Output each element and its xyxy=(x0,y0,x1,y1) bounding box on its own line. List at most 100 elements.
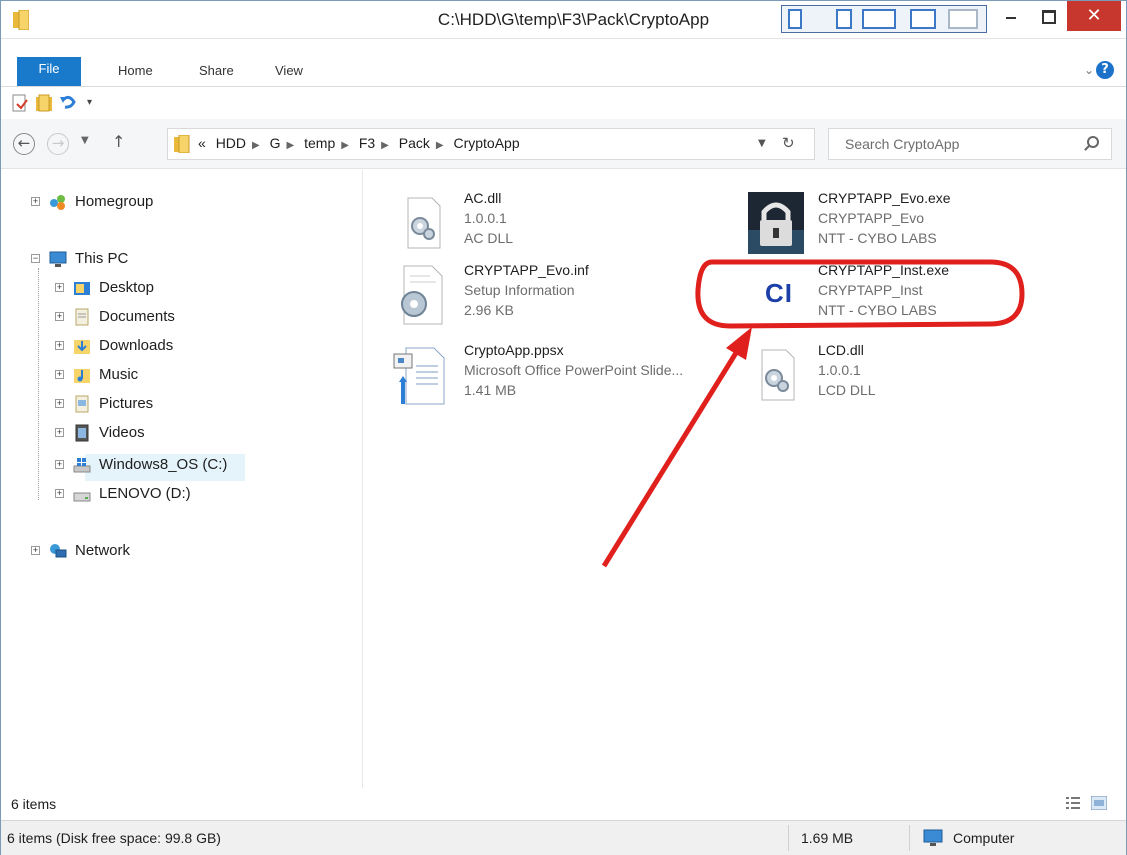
file-name: CryptoApp.ppsx xyxy=(464,342,564,358)
expand-icon[interactable]: + xyxy=(55,283,64,292)
tree-label: Music xyxy=(99,366,139,383)
close-button[interactable]: ✕ xyxy=(1067,1,1121,31)
expand-icon[interactable]: + xyxy=(55,370,64,379)
downloads-folder-icon xyxy=(74,340,90,354)
music-folder-icon xyxy=(74,369,90,383)
file-item-cryptoapp-ppsx[interactable]: CryptoApp.ppsx Microsoft Office PowerPoi… xyxy=(386,340,736,410)
minimize-button[interactable] xyxy=(995,1,1029,31)
quick-access-toolbar: ▾ xyxy=(1,87,1126,119)
file-item-lcd-dll[interactable]: LCD.dll 1.0.0.1 LCD DLL xyxy=(740,340,1090,410)
desktop-folder-icon xyxy=(74,282,90,295)
expand-icon[interactable]: + xyxy=(55,399,64,408)
file-name: LCD.dll xyxy=(818,342,864,358)
up-button[interactable]: ↑ xyxy=(112,132,125,151)
expand-icon[interactable]: + xyxy=(55,312,64,321)
powerpoint-show-icon xyxy=(393,347,445,405)
search-input[interactable]: Search CryptoApp xyxy=(845,136,959,152)
file-view: AC.dll 1.0.0.1 AC DLL CRYPTAPP_Evo.exe C… xyxy=(364,170,1126,788)
explorer-window: C:\HDD\G\temp\F3\Pack\CryptoApp ✕ File H… xyxy=(0,0,1127,855)
file-name: CRYPTAPP_Evo.exe xyxy=(818,190,951,206)
breadcrumb-separator-icon[interactable]: ▶ xyxy=(252,140,260,151)
new-folder-icon[interactable] xyxy=(35,94,53,112)
address-dropdown-icon[interactable]: ▼ xyxy=(758,138,766,149)
tab-view[interactable]: View xyxy=(275,57,303,87)
snap-corner-button[interactable] xyxy=(948,9,978,29)
file-detail: CRYPTAPP_Inst xyxy=(818,282,923,298)
computer-icon xyxy=(49,251,67,267)
breadcrumb-separator-icon[interactable]: ▶ xyxy=(436,140,444,151)
recent-locations-icon[interactable]: ▼ xyxy=(81,135,89,146)
maximize-button[interactable] xyxy=(1031,1,1065,31)
file-name: AC.dll xyxy=(464,190,502,206)
breadcrumb-item[interactable]: F3 xyxy=(359,135,375,151)
snap-grid-button[interactable] xyxy=(862,9,896,29)
status-row: 6 items xyxy=(1,788,1126,820)
refresh-icon[interactable]: ↻ xyxy=(782,134,795,152)
expand-ribbon-icon[interactable]: ⌄ xyxy=(1084,63,1094,77)
file-detail: Microsoft Office PowerPoint Slide... xyxy=(464,362,684,378)
tab-share[interactable]: Share xyxy=(199,57,234,87)
breadcrumb-item[interactable]: CryptoApp xyxy=(453,135,519,151)
file-detail: 1.0.0.1 xyxy=(464,210,507,226)
expand-icon[interactable]: + xyxy=(55,460,64,469)
breadcrumb-overflow[interactable]: « xyxy=(198,135,206,151)
customize-qat-icon[interactable]: ▾ xyxy=(87,97,105,115)
expand-icon[interactable]: + xyxy=(31,197,40,206)
computer-icon xyxy=(923,829,943,846)
breadcrumb-item[interactable]: G xyxy=(270,135,281,151)
properties-icon[interactable] xyxy=(11,94,29,112)
file-item-cryptapp-inst-exe[interactable]: CI CRYPTAPP_Inst.exe CRYPTAPP_Inst NTT -… xyxy=(740,260,1090,330)
expand-icon[interactable]: + xyxy=(55,489,64,498)
expand-icon[interactable]: + xyxy=(31,546,40,555)
title-bar[interactable]: C:\HDD\G\temp\F3\Pack\CryptoApp ✕ xyxy=(1,1,1126,39)
status-divider xyxy=(788,825,789,851)
details-view-icon[interactable] xyxy=(1066,796,1080,810)
navigation-bar: ← → ▼ ↑ « HDD ▶ G ▶ temp ▶ F3 ▶ Pack ▶ Crypto… xyxy=(1,119,1126,169)
breadcrumb-item[interactable]: temp xyxy=(304,135,335,151)
breadcrumb-item[interactable]: Pack xyxy=(399,135,430,151)
breadcrumb-separator-icon[interactable]: ▶ xyxy=(287,140,295,151)
item-count: 6 items xyxy=(11,796,57,812)
snap-half-button[interactable] xyxy=(836,9,852,29)
undo-icon[interactable] xyxy=(59,94,77,112)
file-detail: LCD DLL xyxy=(818,382,876,398)
expand-icon[interactable]: + xyxy=(55,428,64,437)
address-bar[interactable]: « HDD ▶ G ▶ temp ▶ F3 ▶ Pack ▶ CryptoApp ▼ ↻ xyxy=(167,128,815,160)
help-icon[interactable]: ? xyxy=(1096,61,1114,79)
back-button[interactable]: ← xyxy=(13,133,35,155)
search-icon[interactable] xyxy=(1087,136,1099,148)
collapse-icon[interactable]: − xyxy=(31,254,40,263)
search-box[interactable]: Search CryptoApp xyxy=(828,128,1112,160)
ci-logo-icon: CI xyxy=(740,262,804,326)
tree-label: Downloads xyxy=(99,337,174,354)
tree-label: Pictures xyxy=(99,395,154,412)
expand-icon[interactable]: + xyxy=(55,341,64,350)
snap-left-button[interactable] xyxy=(788,9,802,29)
file-item-cryptapp-evo-inf[interactable]: CRYPTAPP_Evo.inf Setup Information 2.96 … xyxy=(386,260,736,330)
file-item-ac-dll[interactable]: AC.dll 1.0.0.1 AC DLL xyxy=(386,188,736,258)
dll-gear-icon xyxy=(407,197,441,249)
tree-label: Windows8_OS (C:) xyxy=(99,456,228,473)
tree-label: Documents xyxy=(99,308,175,325)
navigation-pane: + Homegroup − This PC + Desktop + Docume… xyxy=(1,170,363,788)
breadcrumb-separator-icon[interactable]: ▶ xyxy=(341,140,349,151)
tree-label: Homegroup xyxy=(75,193,154,210)
file-detail: AC DLL xyxy=(464,230,514,246)
forward-button[interactable]: → xyxy=(47,133,69,155)
videos-folder-icon xyxy=(75,424,89,442)
tiles-view-icon[interactable] xyxy=(1091,796,1107,810)
close-icon: ✕ xyxy=(1086,5,1102,26)
file-detail: 1.0.0.1 xyxy=(818,362,861,378)
tab-home[interactable]: Home xyxy=(118,57,153,87)
breadcrumb-item[interactable]: HDD xyxy=(216,135,246,151)
snap-pin-button[interactable] xyxy=(910,9,936,29)
status-bar: 6 items (Disk free space: 99.8 GB) 1.69 … xyxy=(1,820,1126,855)
breadcrumb-separator-icon[interactable]: ▶ xyxy=(381,140,389,151)
breadcrumb: « HDD ▶ G ▶ temp ▶ F3 ▶ Pack ▶ CryptoApp xyxy=(198,135,526,151)
ribbon-tab-bar: File Home Share View ⌄ ? xyxy=(1,57,1126,87)
file-detail: NTT - CYBO LABS xyxy=(818,302,937,318)
file-item-cryptapp-evo-exe[interactable]: CRYPTAPP_Evo.exe CRYPTAPP_Evo NTT - CYBO… xyxy=(740,188,1090,258)
file-detail: CRYPTAPP_Evo xyxy=(818,210,925,226)
tab-file[interactable]: File xyxy=(17,57,81,86)
tree-label: Desktop xyxy=(99,279,155,296)
